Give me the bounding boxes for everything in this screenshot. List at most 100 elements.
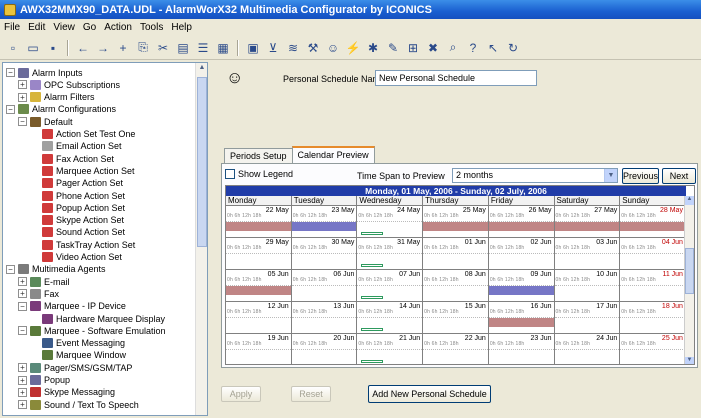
tree-item[interactable]: Pager Action Set [30, 177, 123, 190]
tree-item[interactable]: Marquee Action Set [30, 164, 135, 177]
tree-item[interactable]: Marquee Window [30, 349, 126, 362]
back-icon[interactable]: ← [74, 39, 92, 57]
scroll-down-icon[interactable]: ▼ [685, 357, 694, 364]
expand-icon[interactable]: + [18, 375, 27, 385]
calendar-day-cell[interactable]: 25 Jun 0h 6h 12h 18h [620, 334, 686, 364]
refresh-icon[interactable]: ↻ [504, 39, 522, 57]
menu-file[interactable]: File [4, 22, 20, 33]
collapse-icon[interactable]: − [6, 68, 15, 77]
wand-icon[interactable]: ✎ [384, 39, 402, 57]
open-icon[interactable]: ▭ [24, 39, 42, 57]
calendar-day-cell[interactable]: 12 Jun 0h 6h 12h 18h [226, 302, 292, 334]
collapse-icon[interactable]: − [18, 326, 27, 336]
calendar-day-cell[interactable]: 01 Jun 0h 6h 12h 18h [423, 238, 489, 270]
tree-item[interactable]: + E-mail [18, 275, 70, 288]
tree-item[interactable]: − Marquee - Software Emulation [18, 324, 166, 337]
menu-help[interactable]: Help [171, 22, 192, 33]
menu-view[interactable]: View [53, 22, 75, 33]
tree-item[interactable]: − Default [18, 115, 73, 128]
calendar-day-cell[interactable]: 10 Jun 0h 6h 12h 18h [554, 270, 621, 302]
expand-icon[interactable]: + [18, 400, 27, 410]
chevron-down-icon[interactable]: ▼ [604, 169, 617, 182]
calendar-day-cell[interactable]: 07 Jun 0h 6h 12h 18h [357, 270, 424, 302]
tree-item[interactable]: − Alarm Inputs [6, 66, 83, 79]
tree-item[interactable]: Popup Action Set [30, 201, 125, 214]
scroll-up-icon[interactable]: ▲ [197, 64, 207, 75]
collapse-icon[interactable]: − [18, 301, 27, 311]
calendar-day-cell[interactable]: 22 Jun 0h 6h 12h 18h [423, 334, 489, 364]
calendar-day-cell[interactable]: 22 May 0h 6h 12h 18h [226, 206, 292, 238]
tree-item[interactable]: Video Action Set [30, 251, 122, 264]
tree-item[interactable]: − Marquee - IP Device [18, 300, 126, 313]
calendar-day-cell[interactable]: 06 Jun 0h 6h 12h 18h [291, 270, 358, 302]
tab-calendar-preview[interactable]: Calendar Preview [291, 146, 375, 163]
tree-scrollbar[interactable]: ▲ [195, 63, 207, 415]
paste-icon[interactable]: ▤ [174, 39, 192, 57]
tree-item[interactable]: + Fax [18, 287, 59, 300]
tree-item[interactable]: Email Action Set [30, 140, 122, 153]
calendar-day-cell[interactable]: 04 Jun 0h 6h 12h 18h [620, 238, 686, 270]
calendar-day-cell[interactable]: 27 May 0h 6h 12h 18h [554, 206, 621, 238]
calendar-scrollbar[interactable]: ▲ ▼ [684, 196, 694, 364]
calendar-day-cell[interactable]: 13 Jun 0h 6h 12h 18h [291, 302, 358, 334]
calendar-day-cell[interactable]: 18 Jun 0h 6h 12h 18h [620, 302, 686, 334]
tree-item[interactable]: Event Messaging [30, 337, 125, 350]
previous-button[interactable]: Previous [622, 168, 659, 184]
filter-icon[interactable]: ⊻ [264, 39, 282, 57]
next-button[interactable]: Next [662, 168, 696, 184]
person-icon[interactable]: ☺ [324, 39, 342, 57]
calendar-day-cell[interactable]: 23 May 0h 6h 12h 18h [291, 206, 358, 238]
collapse-icon[interactable]: − [6, 104, 15, 114]
calendar-day-cell[interactable]: 14 Jun 0h 6h 12h 18h [357, 302, 424, 334]
scroll-up-icon[interactable]: ▲ [685, 196, 694, 205]
calendar-icon[interactable]: ▣ [244, 39, 262, 57]
calendar-day-cell[interactable]: 30 May 0h 6h 12h 18h [291, 238, 358, 270]
help-icon[interactable]: ? [464, 39, 482, 57]
tree-item[interactable]: + Popup [18, 374, 70, 387]
add-new-schedule-button[interactable]: Add New Personal Schedule [368, 385, 491, 403]
calendar-day-cell[interactable]: 19 Jun 0h 6h 12h 18h [226, 334, 292, 364]
calendar-day-cell[interactable]: 24 May 0h 6h 12h 18h [357, 206, 424, 238]
expand-icon[interactable]: + [18, 277, 27, 287]
calendar-day-cell[interactable]: 17 Jun 0h 6h 12h 18h [554, 302, 621, 334]
tree-item[interactable]: Phone Action Set [30, 189, 125, 202]
menu-go[interactable]: Go [83, 22, 96, 33]
calendar-day-cell[interactable]: 29 May 0h 6h 12h 18h [226, 238, 292, 270]
add-icon[interactable]: + [114, 39, 132, 57]
save-icon[interactable]: ▪ [44, 39, 62, 57]
collapse-icon[interactable]: − [18, 117, 27, 127]
grid-icon[interactable]: ▦ [214, 39, 232, 57]
tree-item[interactable]: + Alarm Filters [18, 91, 95, 104]
show-legend-checkbox[interactable]: Show Legend [225, 169, 293, 179]
calendar-day-cell[interactable]: 23 Jun 0h 6h 12h 18h [488, 334, 555, 364]
tree-item[interactable]: Sound Action Set [30, 226, 125, 239]
calendar-day-cell[interactable]: 11 Jun 0h 6h 12h 18h [620, 270, 686, 302]
calendar-day-cell[interactable]: 03 Jun 0h 6h 12h 18h [554, 238, 621, 270]
calendar-day-cell[interactable]: 05 Jun 0h 6h 12h 18h [226, 270, 292, 302]
menu-tools[interactable]: Tools [140, 22, 163, 33]
apply-button[interactable]: Apply [221, 386, 261, 402]
list-icon[interactable]: ☰ [194, 39, 212, 57]
pointer-help-icon[interactable]: ↖ [484, 39, 502, 57]
tab-periods-setup[interactable]: Periods Setup [224, 148, 293, 163]
menu-action[interactable]: Action [104, 22, 132, 33]
calendar-day-cell[interactable]: 25 May 0h 6h 12h 18h [423, 206, 489, 238]
config-icon[interactable]: ✱ [364, 39, 382, 57]
tree-item[interactable]: + OPC Subscriptions [18, 78, 120, 91]
menu-edit[interactable]: Edit [28, 22, 45, 33]
forward-icon[interactable]: → [94, 39, 112, 57]
tree-item[interactable]: Skype Action Set [30, 214, 124, 227]
scroll-thumb[interactable] [197, 77, 207, 247]
lookup-icon[interactable]: ⌕ [444, 39, 462, 57]
expand-icon[interactable]: + [18, 387, 27, 397]
chart-icon[interactable]: ≋ [284, 39, 302, 57]
cut-icon[interactable]: ✂ [154, 39, 172, 57]
schedule-name-input[interactable]: New Personal Schedule [375, 70, 537, 86]
expand-icon[interactable]: + [18, 363, 27, 373]
tree-item[interactable]: Action Set Test One [30, 128, 135, 141]
calendar-day-cell[interactable]: 09 Jun 0h 6h 12h 18h [488, 270, 555, 302]
tree-item[interactable]: TaskTray Action Set [30, 238, 135, 251]
calendar-day-cell[interactable]: 26 May 0h 6h 12h 18h [488, 206, 555, 238]
time-span-select[interactable]: 2 months ▼ [452, 168, 618, 183]
calendar-day-cell[interactable]: 28 May 0h 6h 12h 18h [620, 206, 686, 238]
